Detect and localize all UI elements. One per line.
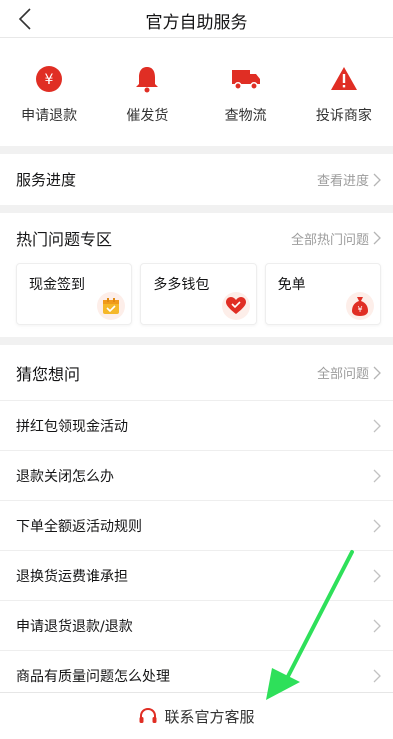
all-questions-link[interactable]: 全部问题 bbox=[317, 363, 381, 382]
contact-label: 联系官方客服 bbox=[164, 707, 255, 726]
quick-action-label: 催发货 bbox=[126, 108, 169, 124]
section-divider bbox=[0, 146, 393, 154]
warning-icon bbox=[329, 64, 359, 94]
top-bar: 官方自助服务 bbox=[0, 0, 393, 38]
svg-text:¥: ¥ bbox=[45, 72, 54, 88]
view-progress-label: 查看进度 bbox=[316, 174, 369, 189]
chevron-right-icon bbox=[373, 619, 381, 632]
truck-icon bbox=[231, 64, 261, 94]
bell-icon bbox=[132, 64, 162, 94]
all-questions-label: 全部问题 bbox=[316, 367, 369, 382]
service-progress-row[interactable]: 服务进度 查看进度 bbox=[0, 154, 393, 205]
hot-issue-card-cash-checkin[interactable]: 现金签到 bbox=[16, 263, 133, 325]
hot-issue-cards: 现金签到 多多钱包 免单 ¥ bbox=[0, 263, 393, 337]
headset-icon bbox=[139, 707, 157, 723]
question-item[interactable]: 拼红包领现金活动 bbox=[0, 401, 393, 451]
chevron-right-icon bbox=[373, 366, 381, 379]
all-hot-issues-label: 全部热门问题 bbox=[290, 232, 369, 248]
chevron-right-icon bbox=[373, 569, 381, 582]
chevron-right-icon bbox=[373, 519, 381, 532]
service-progress-title: 服务进度 bbox=[16, 171, 77, 189]
question-list: 拼红包领现金活动 退款关闭怎么办 下单全额返活动规则 退换货运费谁承担 申请退货… bbox=[0, 401, 393, 701]
all-hot-issues-link[interactable]: 全部热门问题 bbox=[291, 229, 381, 248]
question-item[interactable]: 申请退货退款/退款 bbox=[0, 601, 393, 651]
page-title: 官方自助服务 bbox=[145, 13, 248, 33]
question-text: 退换货运费谁承担 bbox=[16, 568, 128, 585]
contact-official-support-button[interactable]: 联系官方客服 bbox=[138, 706, 255, 727]
chevron-right-icon bbox=[373, 469, 381, 482]
question-item[interactable]: 下单全额返活动规则 bbox=[0, 501, 393, 551]
chevron-right-icon bbox=[373, 173, 381, 186]
quick-action-label: 查物流 bbox=[224, 108, 267, 124]
quick-actions: ¥ 申请退款 催发货 查物流 投诉商家 bbox=[0, 38, 393, 146]
quick-action-label: 投诉商家 bbox=[315, 108, 372, 124]
chevron-right-icon bbox=[373, 419, 381, 432]
hot-issue-card-label: 多多钱包 bbox=[153, 277, 210, 293]
hot-issues-title: 热门问题专区 bbox=[16, 230, 113, 249]
calendar-icon bbox=[97, 292, 126, 320]
hot-issue-card-label: 免单 bbox=[277, 277, 306, 293]
heart-wallet-icon bbox=[221, 292, 250, 320]
view-progress-link[interactable]: 查看进度 bbox=[317, 170, 381, 189]
bottom-bar: 联系官方客服 bbox=[0, 692, 393, 739]
money-bag-icon: ¥ bbox=[345, 292, 374, 320]
hot-issue-card-free-order[interactable]: 免单 ¥ bbox=[264, 263, 381, 325]
question-item[interactable]: 退款关闭怎么办 bbox=[0, 451, 393, 501]
hot-issues-header: 热门问题专区 全部热门问题 bbox=[0, 213, 393, 263]
guess-title: 猜您想问 bbox=[16, 364, 81, 384]
chevron-right-icon bbox=[373, 669, 381, 682]
question-text: 商品有质量问题怎么处理 bbox=[16, 668, 170, 685]
hot-issue-card-wallet[interactable]: 多多钱包 bbox=[140, 263, 257, 325]
question-item[interactable]: 退换货运费谁承担 bbox=[0, 551, 393, 601]
section-divider bbox=[0, 205, 393, 213]
question-text: 拼红包领现金活动 bbox=[16, 418, 128, 435]
quick-action-label: 申请退款 bbox=[21, 108, 78, 124]
section-divider bbox=[0, 337, 393, 345]
quick-action-urge-shipping[interactable]: 催发货 bbox=[98, 64, 196, 146]
chevron-right-icon bbox=[373, 231, 381, 245]
svg-text:¥: ¥ bbox=[357, 305, 362, 314]
quick-action-refund[interactable]: ¥ 申请退款 bbox=[0, 64, 98, 146]
quick-action-complain-merchant[interactable]: 投诉商家 bbox=[295, 64, 393, 146]
yuan-icon: ¥ bbox=[34, 64, 64, 94]
question-text: 退款关闭怎么办 bbox=[16, 468, 114, 485]
quick-action-track-logistics[interactable]: 查物流 bbox=[197, 64, 295, 146]
question-text: 下单全额返活动规则 bbox=[16, 518, 142, 535]
guess-header: 猜您想问 全部问题 bbox=[0, 345, 393, 401]
hot-issue-card-label: 现金签到 bbox=[29, 277, 85, 293]
question-text: 申请退货退款/退款 bbox=[16, 618, 133, 635]
